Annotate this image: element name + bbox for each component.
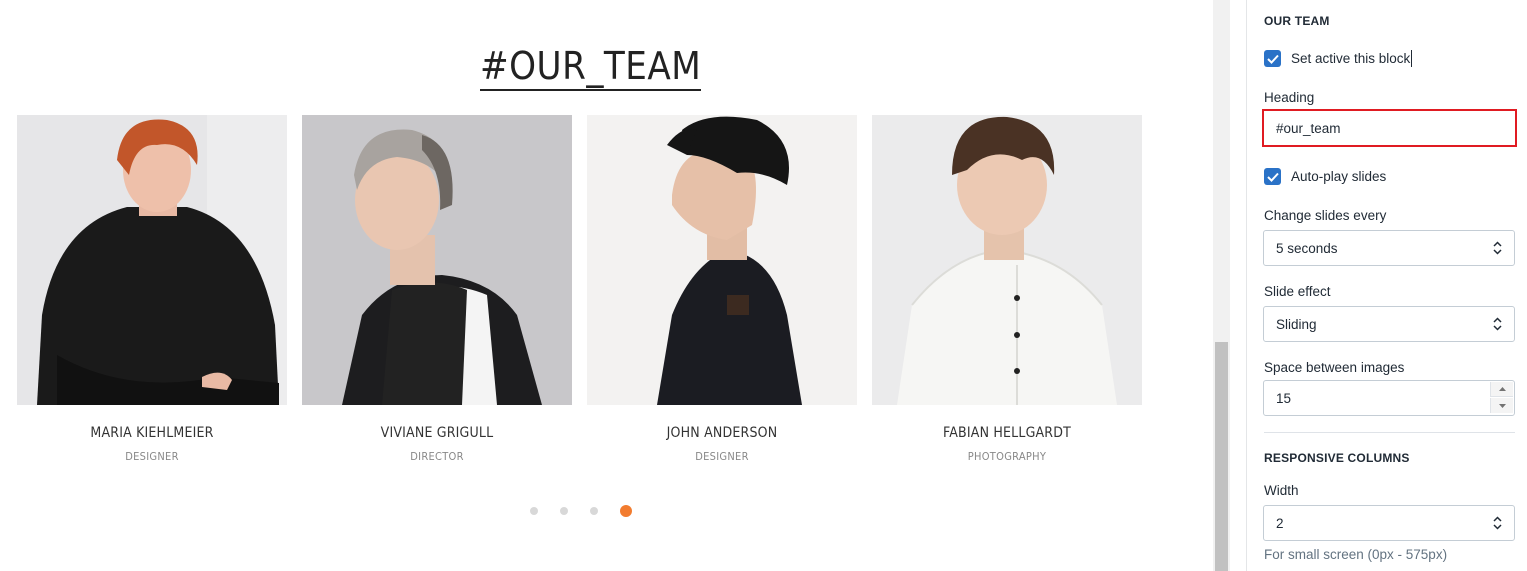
caret-down-icon[interactable] [1490, 398, 1513, 413]
team-heading-text: #OUR_TEAM [480, 44, 702, 91]
team-member-photo [872, 115, 1142, 405]
slide-effect-select[interactable]: Sliding [1263, 306, 1515, 342]
select-arrows-icon [1493, 317, 1502, 334]
team-member-role: PHOTOGRAPHY [967, 450, 1047, 463]
checkmark-icon[interactable] [1264, 50, 1281, 67]
team-member-photo [17, 115, 287, 405]
set-active-checkbox[interactable]: Set active this block [1264, 50, 1413, 67]
section-divider [1264, 432, 1515, 433]
team-member-card[interactable]: JOHN ANDERSON DESIGNER [587, 115, 857, 463]
responsive-columns-title: RESPONSIVE COLUMNS [1264, 451, 1410, 465]
heading-label: Heading [1264, 90, 1315, 105]
settings-panel: OUR TEAM Set active this block Heading #… [1230, 0, 1527, 571]
pagination-dot[interactable] [530, 507, 538, 515]
caret-up-icon[interactable] [1490, 382, 1513, 397]
team-member-card[interactable]: MARIA KIEHLMEIER DESIGNER [17, 115, 287, 463]
text-cursor [1411, 50, 1413, 67]
team-member-role: DIRECTOR [410, 450, 464, 463]
section-title: OUR TEAM [1264, 14, 1330, 28]
select-arrows-icon [1493, 516, 1502, 533]
team-member-card[interactable]: FABIAN HELLGARDT PHOTOGRAPHY [872, 115, 1142, 463]
slider-pagination [530, 505, 654, 517]
set-active-label: Set active this block [1291, 51, 1411, 66]
pagination-dot[interactable] [560, 507, 568, 515]
change-every-select[interactable]: 5 seconds [1263, 230, 1515, 266]
width-label: Width [1264, 483, 1299, 498]
pagination-dot-active[interactable] [620, 505, 632, 517]
autoplay-checkbox[interactable]: Auto-play slides [1264, 168, 1386, 185]
autoplay-label: Auto-play slides [1291, 169, 1387, 184]
team-section-heading: #OUR_TEAM [480, 44, 702, 91]
checkmark-icon[interactable] [1264, 168, 1281, 185]
team-member-name: VIVIANE GRIGULL [380, 425, 494, 441]
width-value: 2 [1276, 515, 1284, 531]
team-member-role: DESIGNER [695, 450, 749, 463]
slide-effect-value: Sliding [1276, 316, 1317, 332]
team-member-photo [302, 115, 572, 405]
panel-divider [1246, 0, 1247, 571]
team-member-name: MARIA KIEHLMEIER [90, 425, 214, 441]
team-member-card[interactable]: VIVIANE GRIGULL DIRECTOR [302, 115, 572, 463]
team-member-role: DESIGNER [125, 450, 179, 463]
space-number-input[interactable]: 15 [1263, 380, 1515, 416]
heading-input-value: #our_team [1276, 120, 1341, 136]
theme-preview: #OUR_TEAM MARIA KIEHLMEIER DESIGNER VIVI… [0, 0, 1213, 571]
space-value: 15 [1276, 390, 1292, 406]
slide-effect-label: Slide effect [1264, 284, 1331, 299]
select-arrows-icon [1493, 241, 1502, 258]
change-every-label: Change slides every [1264, 208, 1387, 223]
width-select[interactable]: 2 [1263, 505, 1515, 541]
heading-input[interactable]: #our_team [1262, 109, 1517, 147]
space-label: Space between images [1264, 360, 1405, 375]
width-help-text: For small screen (0px - 575px) [1264, 547, 1448, 562]
number-spinner [1490, 382, 1513, 414]
change-every-value: 5 seconds [1276, 240, 1338, 256]
preview-scrollbar[interactable] [1213, 0, 1230, 571]
team-member-name: FABIAN HELLGARDT [942, 425, 1072, 441]
team-member-name: JOHN ANDERSON [666, 425, 778, 441]
team-member-photo [587, 115, 857, 405]
pagination-dot[interactable] [590, 507, 598, 515]
scrollbar-thumb[interactable] [1215, 342, 1228, 571]
